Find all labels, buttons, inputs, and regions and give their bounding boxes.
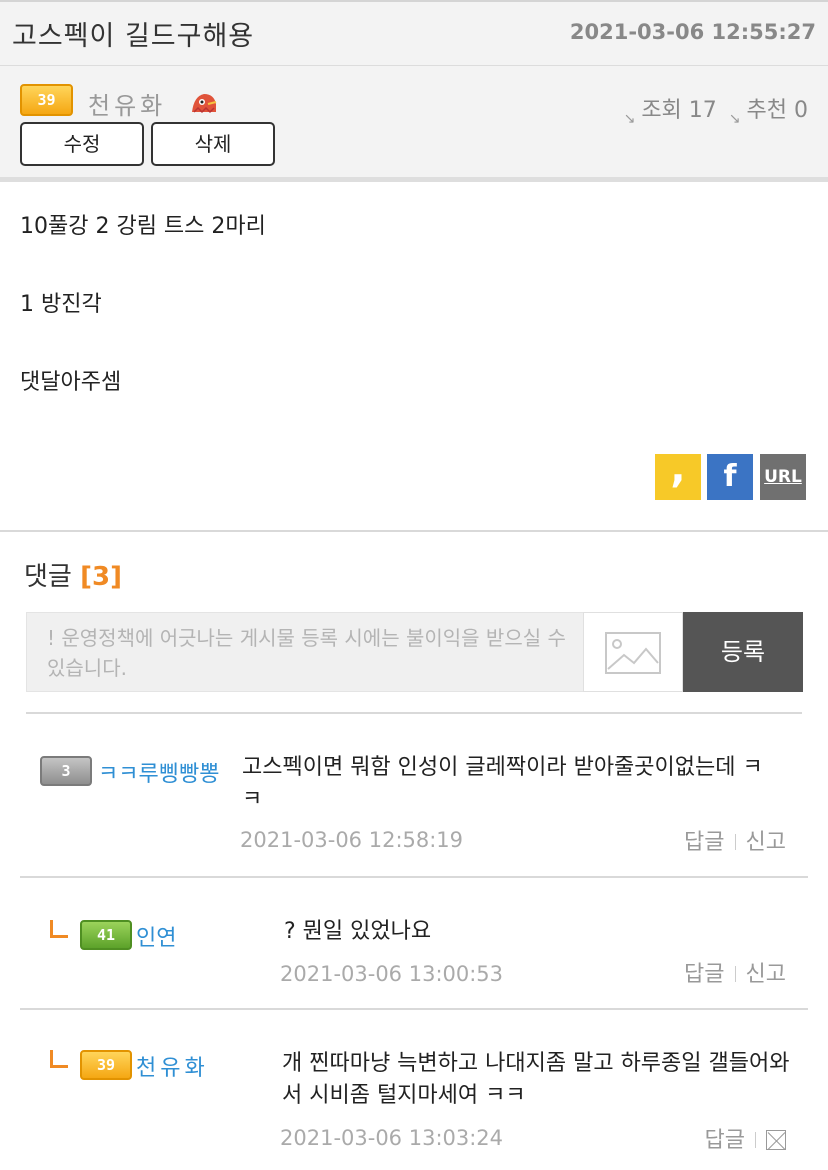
- pet-icon: [192, 94, 217, 114]
- post-body: 10풀강 2 강림 트스 2마리 1 방진각 댓달아주셈: [20, 208, 810, 442]
- report-button[interactable]: 신고: [746, 830, 786, 855]
- reply-button[interactable]: 답글: [684, 962, 724, 987]
- comment-text: ? 뭔일 있었나요: [284, 919, 432, 944]
- comments-heading: 댓글 [3]: [24, 556, 122, 593]
- bullet-icon: ↘: [728, 111, 741, 127]
- author-bar: 39 천유화 ↘ 조회 17 ↘ 추천 0 수정 삭제: [0, 66, 828, 182]
- edit-button[interactable]: 수정: [20, 122, 144, 166]
- facebook-share-button[interactable]: f: [707, 454, 753, 500]
- views-count: 조회 17: [641, 98, 717, 123]
- comment-item: 39 천유화 개 찐따마냥 늑변하고 나대지좀 말고 하루종일 갤들어와서 시비…: [20, 1030, 808, 1170]
- author-level-badge: 39: [20, 84, 73, 116]
- image-icon: [605, 632, 661, 674]
- recommend-count: 추천 0: [746, 98, 808, 123]
- reply-arrow-icon: [50, 1050, 68, 1068]
- post-body-line: 1 방진각: [20, 292, 102, 317]
- comment-item: 41 인연 ? 뭔일 있었나요 2021-03-06 13:00:53 답글 신고: [20, 900, 808, 1008]
- bullet-icon: ↘: [623, 111, 636, 127]
- divider: [20, 876, 808, 878]
- comment-date: 2021-03-06 12:58:19: [240, 828, 464, 852]
- comment-date: 2021-03-06 13:00:53: [280, 962, 504, 986]
- report-button[interactable]: 신고: [746, 962, 786, 987]
- post-stats: ↘ 조회 17 ↘ 추천 0: [623, 92, 808, 127]
- divider: [26, 712, 802, 714]
- comment-date: 2021-03-06 13:03:24: [280, 1126, 504, 1150]
- post-body-line: 댓달아주셈: [20, 370, 122, 395]
- post-date: 2021-03-06 12:55:27: [569, 20, 816, 44]
- post-title: 고스펙이 길드구해용: [12, 21, 255, 52]
- comment-text: 개 찐따마냥 늑변하고 나대지좀 말고 하루종일 갤들어와서 시비좀 털지마세여…: [282, 1051, 790, 1108]
- facebook-icon: f: [723, 459, 737, 494]
- comment-text: 고스펙이면 뭐함 인성이 글레짝이라 받아줄곳이없는데 ㅋㅋ: [242, 755, 763, 812]
- url-share-button[interactable]: URL: [760, 454, 806, 500]
- delete-button[interactable]: 삭제: [151, 122, 275, 166]
- comments-title: 댓글: [24, 562, 72, 592]
- comment-level-badge: 41: [80, 920, 132, 950]
- comment-item: 3 ㅋㅋ루삥빵뽕 고스펙이면 뭐함 인성이 글레짝이라 받아줄곳이없는데 ㅋㅋ …: [20, 740, 808, 878]
- comment-level-badge: 3: [40, 756, 92, 786]
- kakao-icon: ,: [670, 446, 686, 492]
- comment-nick[interactable]: 인연: [136, 920, 176, 952]
- comment-input[interactable]: ! 운영정책에 어긋나는 게시물 등록 시에는 불이익을 받으실 수 있습니다.: [47, 623, 577, 683]
- reply-button[interactable]: 답글: [705, 1128, 745, 1153]
- divider: [20, 1008, 808, 1010]
- url-icon: URL: [764, 467, 802, 487]
- post-header: 고스펙이 길드구해용 2021-03-06 12:55:27: [0, 0, 828, 66]
- comments-count: [3]: [80, 562, 122, 592]
- comment-nick[interactable]: ㅋㅋ루삥빵뽕: [98, 756, 219, 788]
- post-body-line: 10풀강 2 강림 트스 2마리: [20, 214, 266, 239]
- image-upload-button[interactable]: [583, 612, 683, 692]
- delete-comment-icon[interactable]: [766, 1130, 786, 1150]
- comment-form: ! 운영정책에 어긋나는 게시물 등록 시에는 불이익을 받으실 수 있습니다.…: [26, 612, 803, 692]
- author-name[interactable]: 천유화: [88, 86, 166, 121]
- reply-button[interactable]: 답글: [684, 830, 724, 855]
- comment-level-badge: 39: [80, 1050, 132, 1080]
- kakao-share-button[interactable]: ,: [655, 446, 701, 500]
- reply-arrow-icon: [50, 920, 68, 938]
- divider: [0, 530, 828, 532]
- comment-submit-button[interactable]: 등록: [683, 612, 803, 692]
- comment-nick[interactable]: 천유화: [136, 1050, 209, 1082]
